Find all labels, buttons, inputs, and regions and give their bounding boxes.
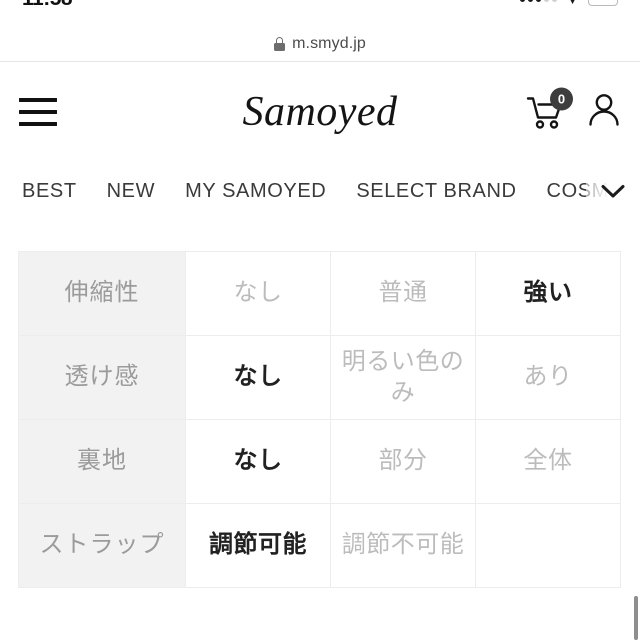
account-button[interactable]: [586, 92, 622, 133]
spec-option[interactable]: 全体: [475, 419, 621, 504]
nav-item-select-brand[interactable]: SELECT BRAND: [356, 180, 516, 203]
product-spec-table: 伸縮性 なし 普通 強い 透け感 なし 明るい色のみ あり 裏地 なし 部分 全…: [18, 251, 621, 588]
chevron-down-icon: [601, 184, 625, 197]
spec-label-stretch: 伸縮性: [18, 251, 186, 336]
status-clock: 11:58: [22, 0, 73, 11]
url-text: m.smyd.jp: [292, 34, 366, 52]
status-bar: 11:58 ▼: [0, 0, 640, 12]
expand-categories-button[interactable]: [586, 161, 640, 221]
battery-icon: [588, 0, 618, 6]
nav-item-my-samoyed[interactable]: MY SAMOYED: [185, 180, 326, 203]
nav-item-best[interactable]: BEST: [22, 180, 77, 203]
site-header: Samoyed 0: [0, 63, 640, 161]
wifi-icon: ▼: [566, 0, 579, 6]
spec-option-selected[interactable]: 強い: [475, 251, 621, 336]
category-nav-scroll[interactable]: BEST NEW MY SAMOYED SELECT BRAND COSMETI…: [0, 180, 640, 203]
spec-option-selected[interactable]: なし: [185, 419, 331, 504]
lock-icon: [274, 36, 286, 51]
table-row: 透け感 なし 明るい色のみ あり: [18, 335, 621, 420]
spec-option-selected[interactable]: なし: [185, 335, 331, 420]
spec-option[interactable]: 調節不可能: [330, 503, 476, 588]
user-icon: [589, 94, 619, 126]
page-scrollbar[interactable]: [634, 596, 638, 640]
spec-option[interactable]: あり: [475, 335, 621, 420]
spec-option-selected[interactable]: 調節可能: [185, 503, 331, 588]
cart-count-badge: 0: [550, 87, 573, 110]
status-indicators: ▼: [520, 0, 618, 6]
category-nav: BEST NEW MY SAMOYED SELECT BRAND COSMETI…: [0, 161, 640, 221]
cart-button[interactable]: 0: [526, 87, 573, 130]
header-actions: 0: [526, 87, 622, 133]
spec-option[interactable]: なし: [185, 251, 331, 336]
nav-item-new[interactable]: NEW: [107, 180, 155, 203]
spec-option[interactable]: 普通: [330, 251, 476, 336]
spec-option[interactable]: 明るい色のみ: [330, 335, 476, 420]
browser-url-bar[interactable]: m.smyd.jp: [0, 26, 640, 62]
spec-label-sheerness: 透け感: [18, 335, 186, 420]
table-row: 裏地 なし 部分 全体: [18, 419, 621, 504]
spec-label-strap: ストラップ: [18, 503, 186, 588]
spec-option-empty: [475, 503, 621, 588]
spec-option[interactable]: 部分: [330, 419, 476, 504]
table-row: 伸縮性 なし 普通 強い: [18, 251, 621, 336]
table-row: ストラップ 調節可能 調節不可能: [18, 503, 621, 588]
spec-label-lining: 裏地: [18, 419, 186, 504]
signal-icon: [520, 0, 558, 2]
